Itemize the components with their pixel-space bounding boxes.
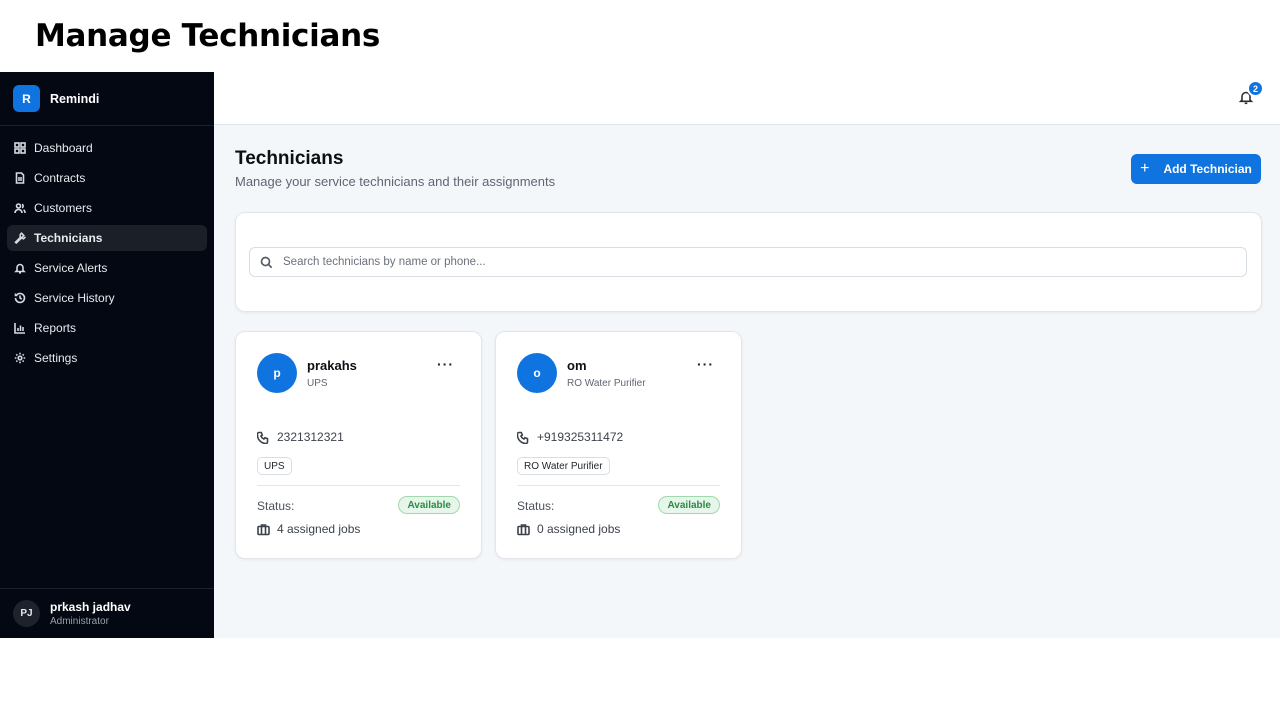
user-role: Administrator: [50, 616, 109, 627]
phone-icon: [517, 431, 529, 444]
phone-number: +919325311472: [537, 430, 624, 444]
technician-specialty: RO Water Purifier: [567, 378, 646, 389]
technician-phone: 2321312321: [257, 430, 344, 444]
status-badge: Available: [658, 496, 720, 514]
sidebar-item-service-history[interactable]: Service History: [7, 285, 207, 311]
page-title: Technicians: [235, 148, 344, 169]
assigned-jobs-text: 0 assigned jobs: [537, 522, 621, 536]
status-label: Status:: [257, 499, 295, 513]
document-icon: [14, 172, 26, 184]
search-icon: [260, 256, 273, 268]
gear-icon: [14, 352, 26, 364]
sidebar-item-label: Service Alerts: [34, 261, 108, 275]
user-info: prkash jadhav Administrator: [50, 600, 131, 627]
search-box[interactable]: [249, 247, 1247, 277]
technician-phone: +919325311472: [517, 430, 623, 444]
sidebar-item-label: Customers: [34, 201, 93, 215]
main-content: 2 Technicians Manage your service techni…: [214, 72, 1280, 638]
phone-icon: [257, 431, 269, 444]
grid-icon: [14, 142, 26, 154]
sidebar-item-customers[interactable]: Customers: [7, 195, 207, 221]
technician-name: prakahs: [307, 358, 357, 373]
technician-card[interactable]: o om RO Water Purifier ··· +919325311472…: [495, 331, 742, 559]
sidebar-item-dashboard[interactable]: Dashboard: [7, 135, 207, 161]
sidebar-item-label: Contracts: [34, 171, 86, 185]
wrench-icon: [14, 232, 26, 244]
user-profile[interactable]: PJ prkash jadhav Administrator: [0, 588, 214, 638]
sidebar-item-label: Reports: [34, 321, 77, 335]
technician-card[interactable]: p prakahs UPS ··· 2321312321 UPS Status:…: [235, 331, 482, 559]
divider: [257, 485, 460, 486]
add-technician-label: Add Technician: [1163, 162, 1252, 176]
topbar: 2: [214, 72, 1280, 125]
sidebar-nav: Dashboard Contracts Customers Technician…: [0, 126, 214, 371]
search-card: [235, 212, 1262, 312]
phone-number: 2321312321: [277, 430, 344, 444]
more-options-icon[interactable]: ···: [437, 356, 454, 372]
users-icon: [14, 202, 26, 214]
sidebar-item-label: Service History: [34, 291, 115, 305]
technician-avatar: p: [257, 353, 297, 393]
brand-name: Remindi: [50, 91, 100, 106]
technician-name: om: [567, 358, 587, 373]
bell-icon: [14, 262, 26, 274]
sidebar-item-technicians[interactable]: Technicians: [7, 225, 207, 251]
history-icon: [14, 292, 26, 304]
sidebar-item-label: Settings: [34, 351, 78, 365]
sidebar-item-reports[interactable]: Reports: [7, 315, 207, 341]
avatar: PJ: [13, 600, 40, 627]
more-options-icon[interactable]: ···: [697, 356, 714, 372]
sidebar-item-label: Dashboard: [34, 141, 93, 155]
assigned-jobs: 4 assigned jobs: [257, 522, 360, 536]
page-subtitle: Manage your service technicians and thei…: [235, 174, 556, 189]
briefcase-icon: [257, 523, 270, 535]
add-technician-button[interactable]: + Add Technician: [1131, 154, 1261, 184]
status-label: Status:: [517, 499, 555, 513]
notification-count-badge: 2: [1247, 80, 1264, 97]
divider: [517, 485, 720, 486]
page-caption: Manage Technicians: [35, 18, 381, 54]
sidebar-item-service-alerts[interactable]: Service Alerts: [7, 255, 207, 281]
sidebar-item-settings[interactable]: Settings: [7, 345, 207, 371]
user-name: prkash jadhav: [50, 600, 131, 614]
brand[interactable]: R Remindi: [0, 72, 214, 126]
assigned-jobs-text: 4 assigned jobs: [277, 522, 361, 536]
brand-logo: R: [13, 85, 40, 112]
sidebar-item-label: Technicians: [34, 231, 103, 245]
search-input[interactable]: [283, 256, 1183, 268]
sidebar-item-contracts[interactable]: Contracts: [7, 165, 207, 191]
app-window: R Remindi Dashboard Contracts Customers …: [0, 72, 1280, 638]
briefcase-icon: [517, 523, 530, 535]
plus-icon: +: [1140, 160, 1150, 177]
assigned-jobs: 0 assigned jobs: [517, 522, 620, 536]
status-badge: Available: [398, 496, 460, 514]
sidebar: R Remindi Dashboard Contracts Customers …: [0, 72, 214, 638]
bar-chart-icon: [14, 322, 26, 334]
technician-specialty: UPS: [307, 378, 328, 389]
specialty-tag: RO Water Purifier: [517, 457, 610, 475]
technician-avatar: o: [517, 353, 557, 393]
specialty-tag: UPS: [257, 457, 292, 475]
